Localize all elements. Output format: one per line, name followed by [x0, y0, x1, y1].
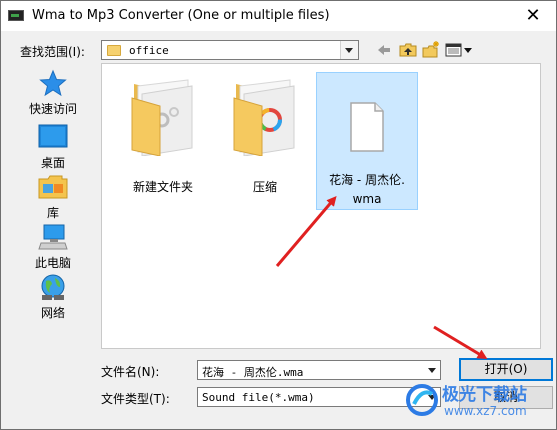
places-bar: 快速访问 桌面 库 此电脑 网络 [13, 63, 93, 353]
place-label: 桌面 [40, 156, 65, 170]
place-network[interactable]: 网络 [13, 273, 93, 321]
filename-label: 文件名(N): [101, 365, 160, 379]
network-icon [41, 274, 65, 300]
up-folder-button[interactable] [399, 40, 417, 60]
place-this-pc[interactable]: 此电脑 [13, 223, 93, 271]
chevron-down-icon [428, 368, 436, 373]
star-icon [39, 69, 67, 97]
file-list[interactable]: 新建文件夹 压缩 花海 - 周杰伦. wma [101, 63, 541, 349]
title-bar: Wma to Mp3 Converter (One or multiple fi… [1, 1, 556, 31]
place-label: 库 [46, 206, 59, 220]
filename-field[interactable]: 花海 - 周杰伦.wma [197, 360, 441, 380]
file-name-line1: 花海 - 周杰伦. [329, 173, 405, 187]
watermark-text: 极光下载站 [442, 385, 527, 405]
lookin-label: 查找范围(I): [20, 45, 85, 59]
view-menu-icon [445, 43, 472, 57]
list-item-selected[interactable]: 花海 - 周杰伦. wma [316, 72, 418, 210]
list-item[interactable]: 压缩 [214, 76, 316, 196]
library-icon [38, 175, 68, 199]
watermark-url: www.xz7.com [444, 404, 527, 418]
new-folder-icon [422, 41, 439, 58]
open-file-dialog: Wma to Mp3 Converter (One or multiple fi… [0, 0, 557, 430]
file-icon [350, 102, 384, 152]
up-folder-icon [399, 43, 417, 57]
place-quick-access[interactable]: 快速访问 [13, 69, 93, 117]
desktop-icon [38, 124, 68, 148]
file-name: 新建文件夹 [132, 180, 193, 194]
chevron-down-icon [345, 48, 353, 53]
filetype-label: 文件类型(T): [101, 392, 170, 406]
computer-icon [38, 224, 68, 250]
place-label: 此电脑 [34, 256, 71, 270]
place-label: 网络 [40, 306, 65, 320]
new-folder-button[interactable] [422, 40, 440, 60]
filename-value: 花海 - 周杰伦.wma [202, 366, 304, 379]
back-button[interactable] [376, 40, 392, 60]
watermark: 极光下载站 www.xz7.com [404, 378, 554, 426]
lookin-dropdown[interactable]: office [101, 40, 359, 60]
dropdown-button[interactable] [340, 41, 358, 59]
folder-icon [107, 45, 121, 56]
app-icon [8, 10, 24, 21]
file-name: 压缩 [252, 180, 277, 194]
place-label: 快速访问 [28, 102, 77, 116]
lookin-value: office [129, 44, 169, 57]
close-button[interactable]: ✕ [510, 1, 556, 31]
watermark-logo-icon [406, 384, 438, 416]
list-item[interactable]: 新建文件夹 [112, 76, 214, 196]
place-desktop[interactable]: 桌面 [13, 123, 93, 171]
back-arrow-icon [378, 45, 390, 55]
view-menu-button[interactable] [445, 40, 473, 60]
file-name-line2: wma [352, 192, 382, 206]
folder-icon [131, 79, 193, 157]
dropdown-button[interactable] [423, 361, 440, 379]
place-library[interactable]: 库 [13, 173, 93, 221]
filetype-value: Sound file(*.wma) [202, 391, 315, 404]
window-title: Wma to Mp3 Converter (One or multiple fi… [32, 8, 330, 23]
folder-icon [233, 79, 295, 157]
